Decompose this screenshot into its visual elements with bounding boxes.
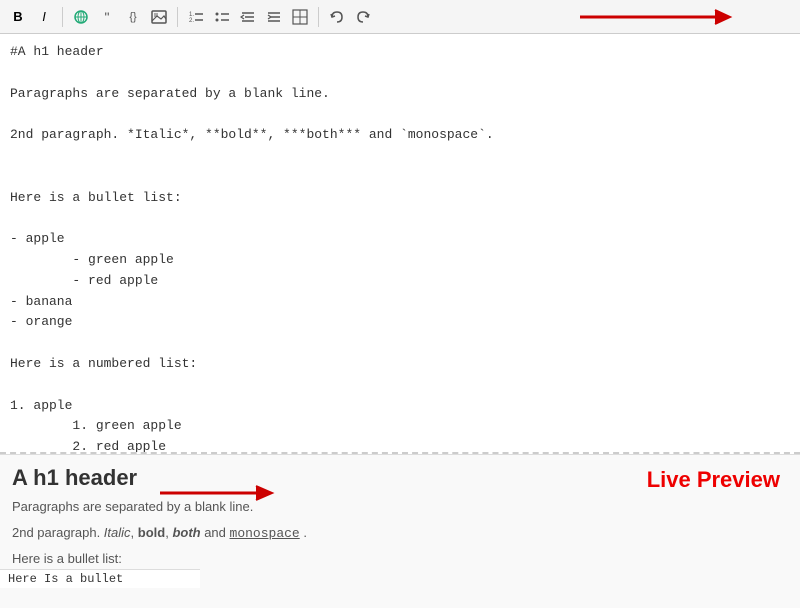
toolbar-annotation-arrow [580, 5, 740, 29]
indent-left-button[interactable] [236, 5, 260, 29]
outdent-icon [240, 9, 256, 25]
indent-icon [266, 9, 282, 25]
preview-para1: Paragraphs are separated by a blank line… [12, 497, 788, 517]
toolbar: B I " {} 1. 2. [0, 0, 800, 34]
unordered-list-button[interactable] [210, 5, 234, 29]
preview-annotation-arrow [160, 481, 280, 505]
separator-2 [177, 7, 178, 27]
para2-and: and [201, 525, 230, 540]
para2-prefix: 2nd paragraph. [12, 525, 104, 540]
table-icon [292, 9, 308, 25]
status-text: Here Is a bullet [8, 572, 123, 586]
image-icon [151, 10, 167, 24]
para2-suffix: . [300, 525, 307, 540]
quote-icon: " [105, 9, 110, 25]
italic-button[interactable]: I [32, 5, 56, 29]
editor-area[interactable]: #A h1 header Paragraphs are separated by… [0, 34, 800, 454]
globe-icon [73, 9, 89, 25]
editor-content[interactable]: #A h1 header Paragraphs are separated by… [0, 34, 800, 454]
live-preview-label: Live Preview [647, 467, 780, 493]
quote-button[interactable]: " [95, 5, 119, 29]
separator-1 [62, 7, 63, 27]
undo-icon [329, 9, 345, 25]
separator-3 [318, 7, 319, 27]
bold-button[interactable]: B [6, 5, 30, 29]
undo-button[interactable] [325, 5, 349, 29]
table-button[interactable] [288, 5, 312, 29]
para2-italic: Italic [104, 525, 131, 540]
redo-button[interactable] [351, 5, 375, 29]
redo-icon [355, 9, 371, 25]
ordered-list-icon: 1. 2. [188, 9, 204, 25]
unordered-list-icon [214, 9, 230, 25]
code-button[interactable]: {} [121, 5, 145, 29]
indent-right-button[interactable] [262, 5, 286, 29]
status-bar: Here Is a bullet [0, 569, 200, 588]
para2-bold: bold [138, 525, 165, 540]
para2-both: both [172, 525, 200, 540]
preview-para2: 2nd paragraph. Italic, bold, both and mo… [12, 523, 788, 544]
ordered-list-button[interactable]: 1. 2. [184, 5, 208, 29]
code-icon: {} [129, 11, 136, 23]
preview-bullet-intro: Here is a bullet list: [12, 549, 788, 569]
svg-text:2.: 2. [189, 18, 194, 24]
para2-comma1: , [131, 525, 138, 540]
link-button[interactable] [69, 5, 93, 29]
para2-mono: monospace [230, 526, 300, 541]
image-button[interactable] [147, 5, 171, 29]
